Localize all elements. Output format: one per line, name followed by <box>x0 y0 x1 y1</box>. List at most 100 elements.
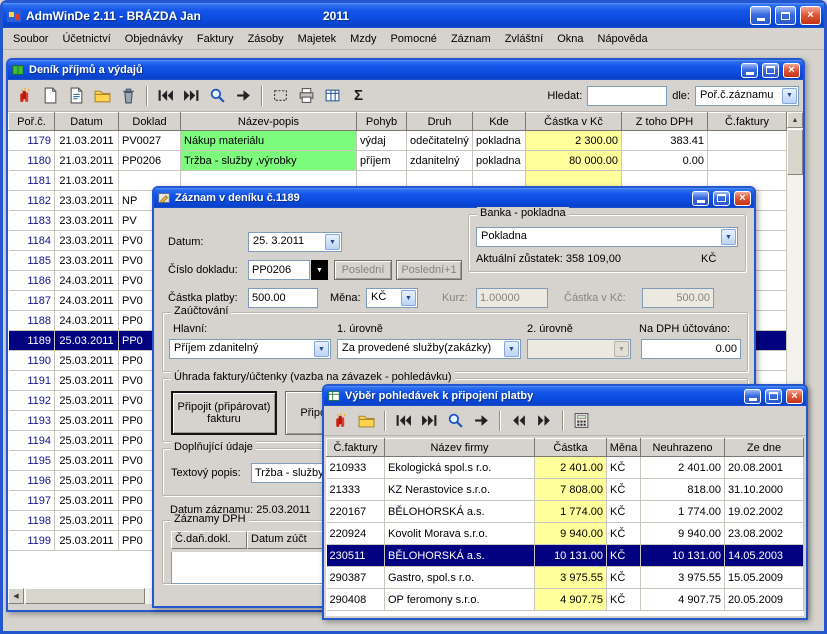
cell[interactable]: 210933 <box>327 457 385 479</box>
cell[interactable]: 25.03.2011 <box>55 431 119 451</box>
cell[interactable]: 23.03.2011 <box>55 231 119 251</box>
cell[interactable]: Nákup materiálu <box>181 131 357 151</box>
cell[interactable]: 1182 <box>9 191 55 211</box>
menu-item-10[interactable]: Okna <box>550 30 590 48</box>
cell[interactable]: 1188 <box>9 311 55 331</box>
cell[interactable]: 383.41 <box>622 131 708 151</box>
cell[interactable]: 25.03.2011 <box>55 491 119 511</box>
cell[interactable]: 1185 <box>9 251 55 271</box>
first-record-button[interactable] <box>153 83 178 108</box>
menu-item-5[interactable]: Majetek <box>291 30 344 48</box>
cell[interactable]: 24.03.2011 <box>55 311 119 331</box>
cell[interactable]: OP feromony s.r.o. <box>385 589 535 611</box>
chevron-down-icon[interactable]: ▼ <box>314 341 329 357</box>
cell[interactable]: KČ <box>607 567 641 589</box>
chevron-down-icon[interactable]: ▼ <box>504 341 519 357</box>
cell[interactable]: 10 131.00 <box>535 545 607 567</box>
cell[interactable]: 31.10.2000 <box>725 479 804 501</box>
cell[interactable]: 25.03.2011 <box>55 511 119 531</box>
cell[interactable]: 19.02.2002 <box>725 501 804 523</box>
column-header[interactable]: Částka v Kč <box>526 113 622 131</box>
minimize-button[interactable] <box>692 191 709 206</box>
cell[interactable]: 24.03.2011 <box>55 271 119 291</box>
cell[interactable]: 4 907.75 <box>535 589 607 611</box>
menu-item-0[interactable]: Soubor <box>6 30 55 48</box>
cell[interactable]: 3 975.55 <box>535 567 607 589</box>
column-header[interactable]: Kde <box>473 113 526 131</box>
cell[interactable]: 1 774.00 <box>535 501 607 523</box>
cell[interactable]: 1199 <box>9 531 55 551</box>
cell[interactable]: Ekologická spol.s r.o. <box>385 457 535 479</box>
maximize-button[interactable] <box>775 6 796 25</box>
cell[interactable]: Tržba - služby ,výrobky <box>181 151 357 171</box>
column-header[interactable]: Měna <box>607 439 641 457</box>
vyber-row[interactable]: 220167BĚLOHORSKÁ a.s.1 774.00KČ1 774.001… <box>327 501 804 523</box>
cell[interactable]: 14.05.2003 <box>725 545 804 567</box>
first-record-button[interactable] <box>391 408 416 433</box>
denik-row[interactable]: 117921.03.2011PV0027Nákup materiáluvýdaj… <box>9 131 787 151</box>
cell[interactable]: 3 975.55 <box>641 567 725 589</box>
cell[interactable]: 25.03.2011 <box>55 411 119 431</box>
exit-button[interactable] <box>328 408 353 433</box>
column-header[interactable]: Datum <box>55 113 119 131</box>
open-folder-button[interactable] <box>90 83 115 108</box>
maximize-button[interactable] <box>713 191 730 206</box>
cell[interactable]: 818.00 <box>641 479 725 501</box>
scrollbar-thumb[interactable] <box>787 129 803 175</box>
menu-item-6[interactable]: Mzdy <box>343 30 383 48</box>
cell[interactable]: 1192 <box>9 391 55 411</box>
column-header[interactable]: Z toho DPH <box>622 113 708 131</box>
cell[interactable]: 9 940.00 <box>641 523 725 545</box>
cell[interactable]: 1187 <box>9 291 55 311</box>
mena-combo[interactable]: KČ ▼ <box>366 288 418 308</box>
cell[interactable] <box>708 131 787 151</box>
cell[interactable]: Kovolit Morava s.r.o. <box>385 523 535 545</box>
cell[interactable]: KZ Nerastovice s.r.o. <box>385 479 535 501</box>
cell[interactable]: 1196 <box>9 471 55 491</box>
datum-combo[interactable]: 25. 3.2011 ▼ <box>248 232 342 252</box>
cell[interactable]: 25.03.2011 <box>55 391 119 411</box>
menu-item-11[interactable]: Nápověda <box>591 30 655 48</box>
vyber-row[interactable]: 21333KZ Nerastovice s.r.o.7 808.00KČ818.… <box>327 479 804 501</box>
doklad-dropdown-button[interactable]: ▼ <box>311 260 328 280</box>
cell[interactable]: 230511 <box>327 545 385 567</box>
cell[interactable]: 1 774.00 <box>641 501 725 523</box>
posledni-plus1-button[interactable]: Poslední+1 <box>396 260 462 280</box>
maximize-button[interactable] <box>765 389 782 404</box>
cell[interactable]: 20.08.2001 <box>725 457 804 479</box>
posledni-button[interactable]: Poslední <box>334 260 392 280</box>
cell[interactable]: PP0206 <box>119 151 181 171</box>
castka-platby-input[interactable] <box>248 288 318 308</box>
cell[interactable]: 1194 <box>9 431 55 451</box>
scrollbar-thumb[interactable] <box>25 588 145 604</box>
cell[interactable]: 25.03.2011 <box>55 531 119 551</box>
cell[interactable]: odečitatelný <box>407 131 473 151</box>
cell[interactable]: příjem <box>357 151 407 171</box>
cell[interactable]: KČ <box>607 523 641 545</box>
cell[interactable]: 21.03.2011 <box>55 151 119 171</box>
cell[interactable]: 1191 <box>9 371 55 391</box>
cell[interactable]: KČ <box>607 457 641 479</box>
vyber-row[interactable]: 230511BĚLOHORSKÁ a.s.10 131.00KČ10 131.0… <box>327 545 804 567</box>
cell[interactable]: 1190 <box>9 351 55 371</box>
cell[interactable]: KČ <box>607 501 641 523</box>
go-to-record-button[interactable] <box>469 408 494 433</box>
minimize-button[interactable] <box>744 389 761 404</box>
cell[interactable]: 0.00 <box>622 151 708 171</box>
menu-item-7[interactable]: Pomocné <box>383 30 443 48</box>
search-button[interactable] <box>443 408 468 433</box>
cell[interactable]: 80 000.00 <box>526 151 622 171</box>
cell[interactable]: 1198 <box>9 511 55 531</box>
cell[interactable]: 4 907.75 <box>641 589 725 611</box>
column-header[interactable]: Název-popis <box>181 113 357 131</box>
exit-button[interactable] <box>12 83 37 108</box>
cell[interactable]: 10 131.00 <box>641 545 725 567</box>
cell[interactable]: 2 300.00 <box>526 131 622 151</box>
cell[interactable]: 21333 <box>327 479 385 501</box>
cell[interactable]: 1189 <box>9 331 55 351</box>
cell[interactable]: KČ <box>607 545 641 567</box>
column-header[interactable]: Neuhrazeno <box>641 439 725 457</box>
column-header[interactable]: Č.faktury <box>327 439 385 457</box>
cell[interactable]: PV0027 <box>119 131 181 151</box>
denik-row[interactable]: 118021.03.2011PP0206Tržba - služby ,výro… <box>9 151 787 171</box>
